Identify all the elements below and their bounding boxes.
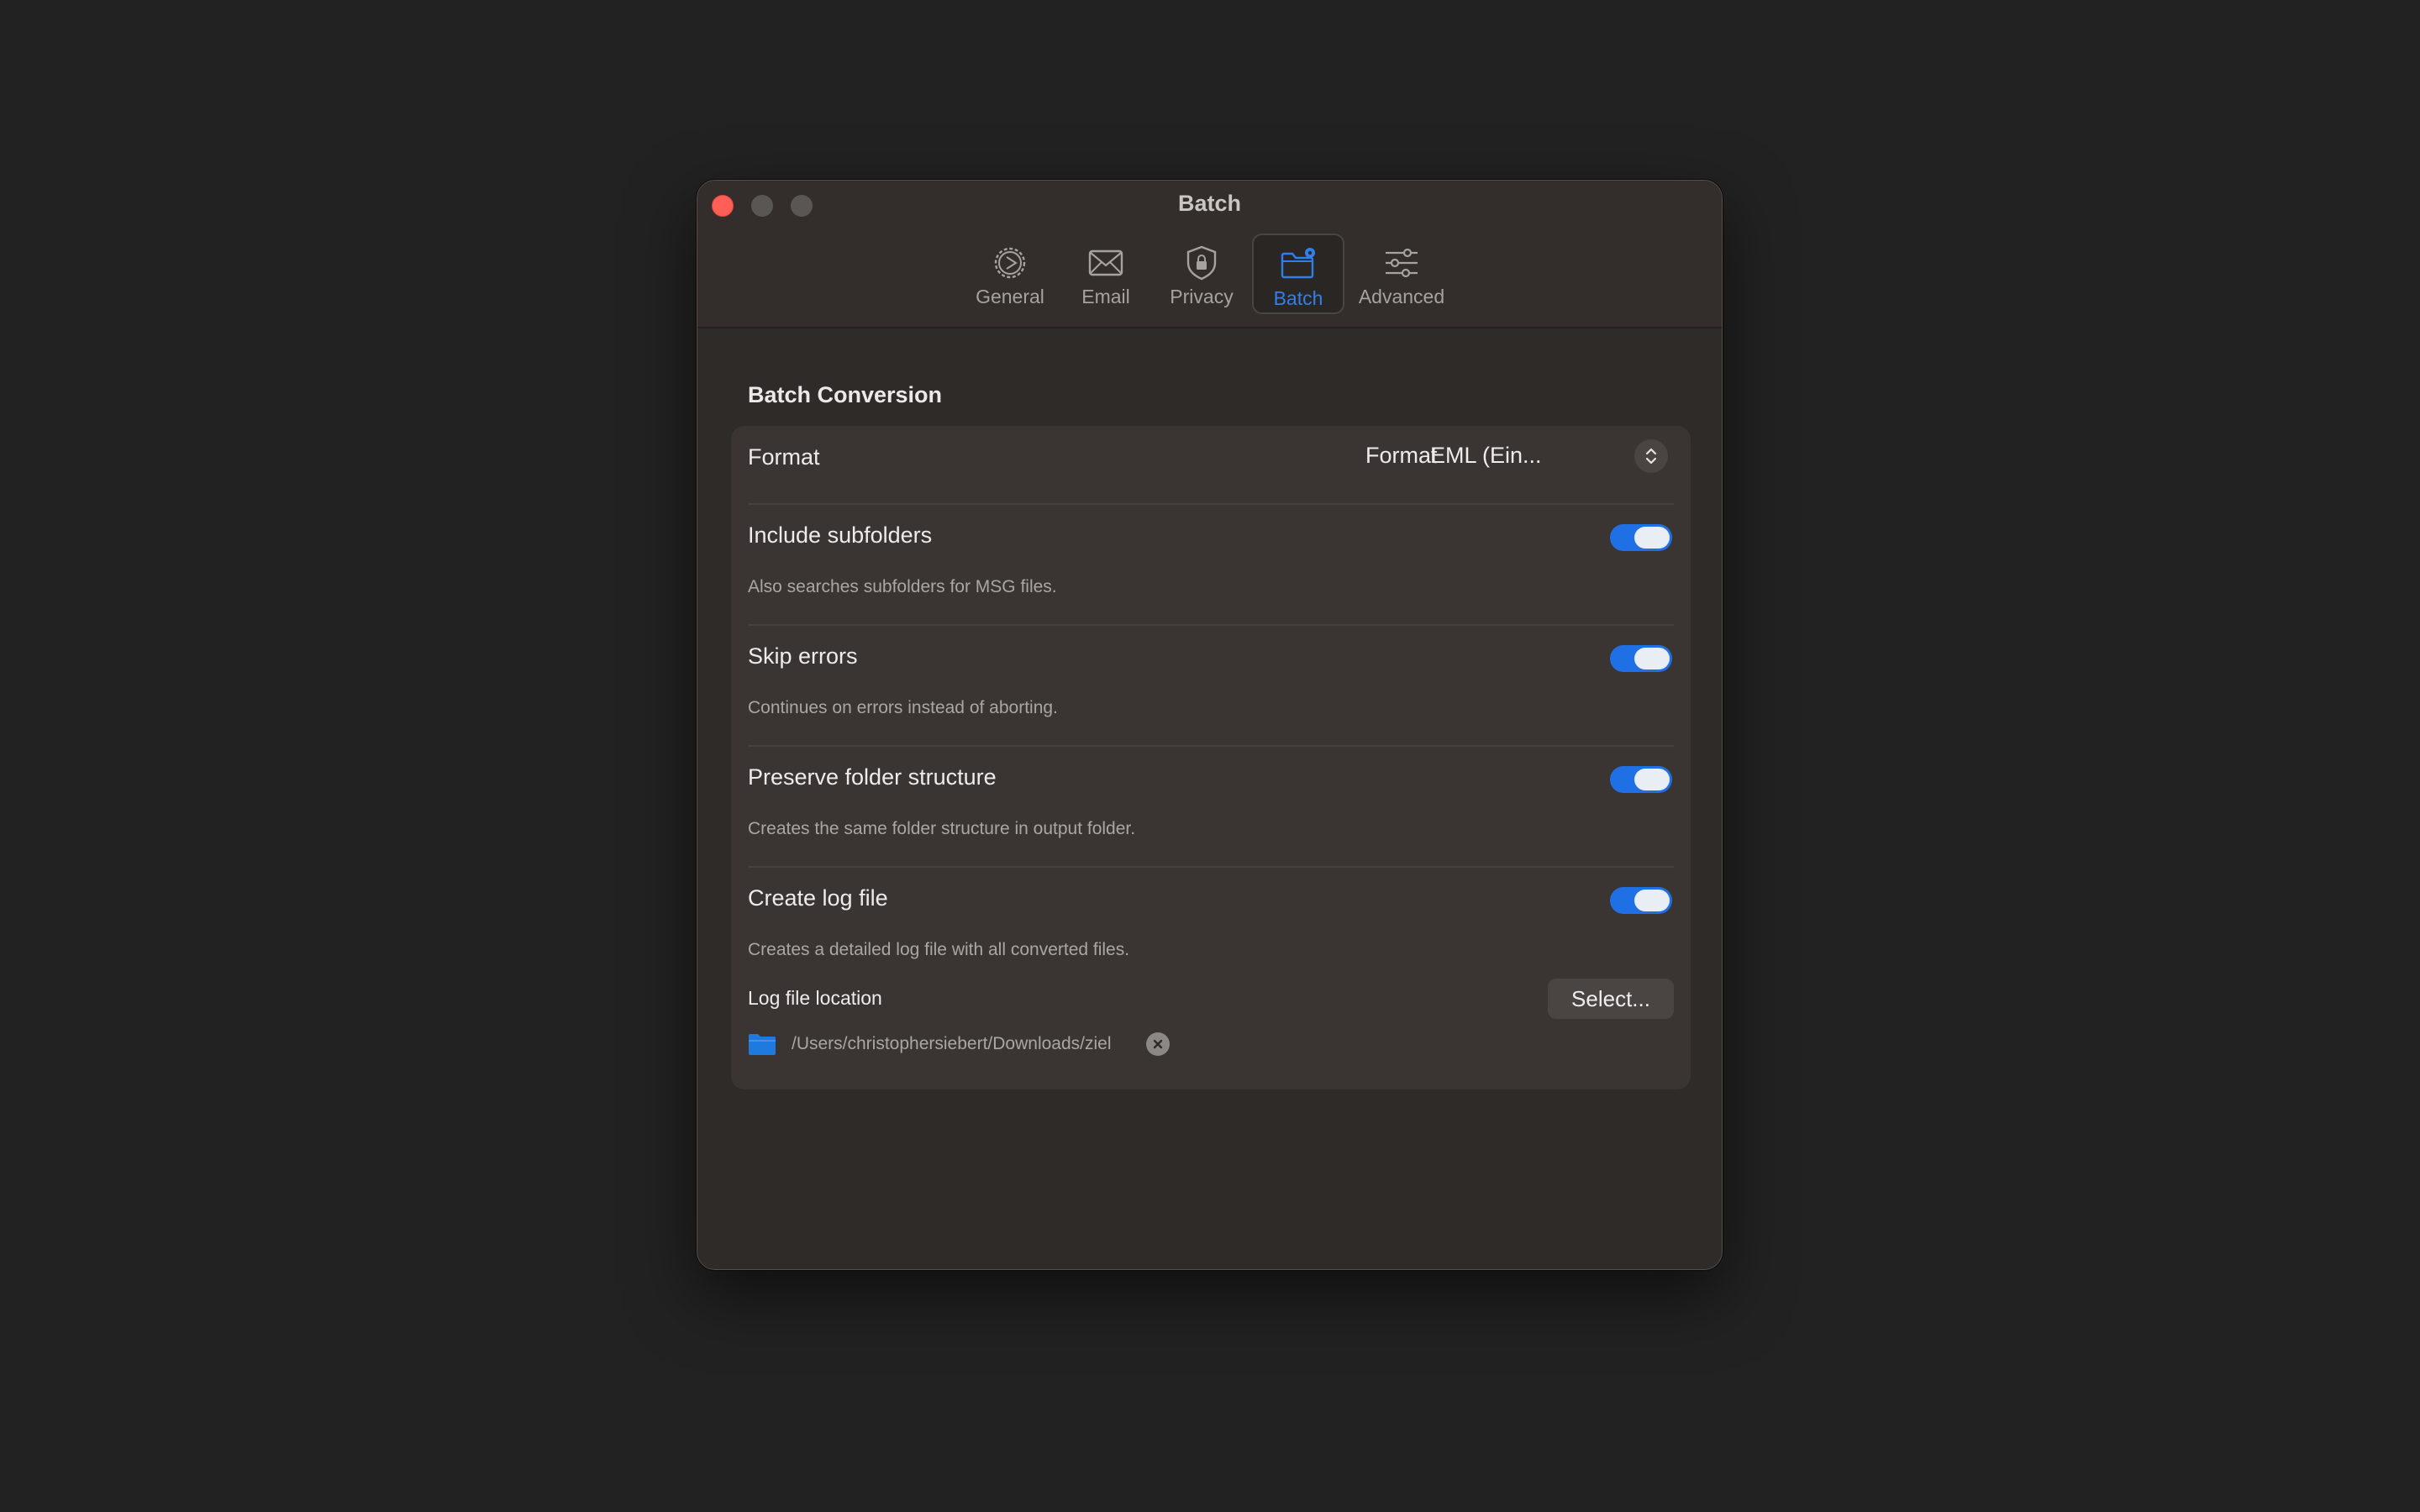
envelope-icon (1088, 249, 1123, 276)
tab-privacy[interactable]: Privacy (1160, 234, 1244, 314)
divider (748, 866, 1674, 868)
select-log-location-button[interactable]: Select... (1548, 979, 1674, 1019)
tab-batch[interactable]: Batch (1252, 234, 1344, 314)
preferences-toolbar: General Email Privacy Batch Advanced (697, 234, 1722, 318)
preserve-folder-structure-title: Preserve folder structure (748, 764, 997, 790)
clear-path-button[interactable] (1146, 1032, 1170, 1056)
preserve-folder-structure-description: Creates the same folder structure in out… (748, 819, 1136, 838)
log-file-location-label: Log file location (748, 987, 882, 1009)
chevron-up-down-icon (1634, 439, 1668, 473)
log-file-path: /Users/christophersiebert/Downloads/ziel (792, 1034, 1112, 1053)
window-title: Batch (1177, 191, 1241, 216)
skip-errors-title: Skip errors (748, 643, 858, 669)
format-row-label: Format (748, 444, 820, 470)
tab-advanced[interactable]: Advanced (1351, 234, 1452, 314)
include-subfolders-description: Also searches subfolders for MSG files. (748, 577, 1057, 596)
format-picker-value: EML (Ein... (1430, 443, 1542, 468)
include-subfolders-title: Include subfolders (748, 522, 933, 548)
tab-email-label: Email (1081, 286, 1130, 307)
gear-icon (994, 247, 1026, 279)
section-title: Batch Conversion (748, 382, 943, 407)
tab-general[interactable]: General (968, 234, 1052, 314)
tab-advanced-label: Advanced (1358, 286, 1445, 307)
tab-general-label: General (976, 286, 1044, 307)
tab-email[interactable]: Email (1064, 234, 1148, 314)
folder-icon (748, 1032, 776, 1056)
folder-gear-icon (1281, 248, 1315, 279)
tab-batch-label: Batch (1273, 287, 1323, 309)
create-log-file-description: Creates a detailed log file with all con… (748, 940, 1130, 959)
close-icon (1153, 1039, 1163, 1049)
divider (748, 624, 1674, 626)
divider (748, 745, 1674, 747)
include-subfolders-toggle[interactable] (1610, 524, 1672, 551)
title-bar: Batch General Email Privacy Batch Advanc… (697, 181, 1722, 328)
sliders-icon (1386, 248, 1418, 278)
format-picker[interactable]: EML (Ein... (1428, 434, 1676, 478)
skip-errors-toggle[interactable] (1610, 645, 1672, 672)
create-log-file-title: Create log file (748, 885, 888, 911)
format-picker-label: Format (1365, 443, 1438, 468)
settings-card: Format Format EML (Ein... Include subfol… (731, 426, 1691, 1089)
settings-window: Batch General Email Privacy Batch Advanc… (697, 180, 1723, 1270)
divider (748, 503, 1674, 505)
preserve-folder-structure-toggle[interactable] (1610, 766, 1672, 793)
create-log-file-toggle[interactable] (1610, 887, 1672, 914)
skip-errors-description: Continues on errors instead of aborting. (748, 698, 1058, 717)
tab-privacy-label: Privacy (1170, 286, 1234, 307)
shield-lock-icon (1186, 245, 1217, 281)
